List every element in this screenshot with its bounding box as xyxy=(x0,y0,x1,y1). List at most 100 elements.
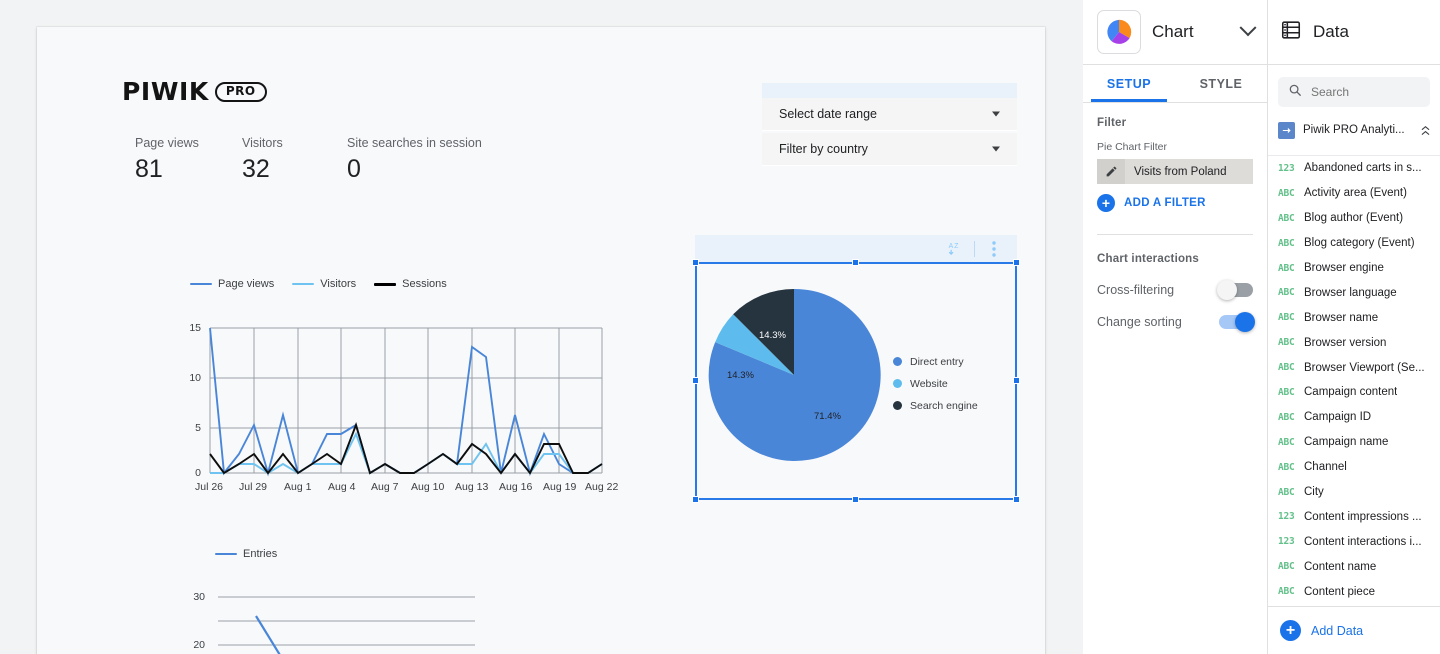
resize-handle-middle-left[interactable] xyxy=(692,377,699,384)
entries-line-chart[interactable]: Entries 30 20 10 xyxy=(185,545,515,654)
field-row[interactable]: ABC Blog author (Event) xyxy=(1268,206,1440,231)
cross-filtering-toggle[interactable] xyxy=(1217,280,1253,300)
field-row[interactable]: ABC Content piece xyxy=(1268,579,1440,604)
country-filter-label: Filter by country xyxy=(779,142,868,156)
legend-swatch xyxy=(292,282,315,286)
scorecard-visitors[interactable]: Visitors 32 xyxy=(242,135,347,185)
tab-style[interactable]: STYLE xyxy=(1175,65,1267,102)
chart-panel-header[interactable]: Chart xyxy=(1083,0,1267,65)
report-page[interactable]: PIWIK PRO Page views 81 Visitors 32 Site… xyxy=(37,27,1045,654)
field-row[interactable]: 123 Content impressions ... xyxy=(1268,504,1440,529)
data-panel: Data Piwik PRO Analyti... xyxy=(1268,0,1440,654)
field-row[interactable]: ABC Channel xyxy=(1268,455,1440,480)
add-a-filter-button[interactable]: + ADD A FILTER xyxy=(1097,194,1253,212)
scorecard-label: Visitors xyxy=(242,136,283,150)
scorecard-page-views[interactable]: Page views 81 xyxy=(135,135,242,185)
legend-item-sessions[interactable]: Sessions xyxy=(374,278,447,290)
tab-setup[interactable]: SETUP xyxy=(1083,65,1175,102)
field-type-badge: 123 xyxy=(1278,162,1295,174)
field-type-badge: ABC xyxy=(1278,362,1295,374)
pie-legend-item-search-engine[interactable]: Search engine xyxy=(893,398,978,413)
chart-properties-panel: Chart SETUP STYLE Filter Pie Chart Filte… xyxy=(1083,0,1268,654)
pie-chart-widget[interactable]: A Z 71.4% 14.3% 14.3% Direct entry Websi… xyxy=(692,235,1020,503)
field-row[interactable]: ABC Browser engine xyxy=(1268,256,1440,281)
field-list[interactable]: 123 Abandoned carts in s... ABC Activity a… xyxy=(1268,155,1440,606)
x-tick-label: Jul 26 xyxy=(195,481,224,493)
field-type-badge: ABC xyxy=(1278,586,1295,598)
search-input[interactable] xyxy=(1311,85,1421,99)
legend-item-entries[interactable]: Entries xyxy=(215,548,277,560)
toggle-knob xyxy=(1235,312,1255,332)
report-canvas[interactable]: PIWIK PRO Page views 81 Visitors 32 Site… xyxy=(0,0,1083,654)
field-name: Blog category (Event) xyxy=(1304,237,1415,250)
legend-item-visitors[interactable]: Visitors xyxy=(292,278,356,290)
search-box[interactable] xyxy=(1278,77,1430,107)
field-row[interactable]: ABC Blog category (Event) xyxy=(1268,231,1440,256)
x-tick-label: Aug 22 xyxy=(585,481,619,493)
legend-dot xyxy=(893,357,902,366)
collapse-chevron-icon[interactable] xyxy=(1419,124,1432,137)
field-row[interactable]: ABC Campaign ID xyxy=(1268,405,1440,430)
field-row[interactable]: ABC Browser language xyxy=(1268,280,1440,305)
pie-chart-icon[interactable] xyxy=(1097,10,1141,54)
scorecard-value: 0 xyxy=(347,155,361,183)
date-range-label: Select date range xyxy=(779,107,877,121)
field-type-badge: ABC xyxy=(1278,461,1295,473)
more-vert-icon[interactable] xyxy=(981,238,1007,260)
pie-legend-item-direct-entry[interactable]: Direct entry xyxy=(893,354,978,369)
scorecard-site-searches[interactable]: Site searches in session 0 xyxy=(347,135,482,185)
field-type-badge: ABC xyxy=(1278,436,1295,448)
pie-chart-frame[interactable]: 71.4% 14.3% 14.3% Direct entry Website S… xyxy=(692,259,1020,503)
field-type-badge: ABC xyxy=(1278,561,1295,573)
legend-label: Search engine xyxy=(910,399,978,412)
field-type-badge: ABC xyxy=(1278,386,1295,398)
svg-text:A: A xyxy=(948,243,953,250)
field-row[interactable]: ABC Content name xyxy=(1268,554,1440,579)
field-row[interactable]: ABC Activity area (Event) xyxy=(1268,181,1440,206)
resize-handle-top-center[interactable] xyxy=(852,259,859,266)
chevron-down-icon xyxy=(992,146,1000,152)
date-range-control[interactable]: Select date range xyxy=(762,98,1017,131)
resize-handle-top-right[interactable] xyxy=(1013,259,1020,266)
timeseries-line-chart[interactable]: Page views Visitors Sessions 15 10 5 0 J… xyxy=(185,275,618,493)
resize-handle-top-left[interactable] xyxy=(692,259,699,266)
field-type-badge: 123 xyxy=(1278,511,1295,523)
field-name: Campaign content xyxy=(1304,386,1398,399)
field-row[interactable]: 123 Content interactions i... xyxy=(1268,529,1440,554)
canvas-controls: Select date range Filter by country xyxy=(762,83,1017,166)
change-sorting-toggle[interactable] xyxy=(1219,312,1255,332)
country-filter-control[interactable]: Filter by country xyxy=(762,133,1017,166)
app-root: PIWIK PRO Page views 81 Visitors 32 Site… xyxy=(0,0,1440,654)
resize-handle-bottom-right[interactable] xyxy=(1013,496,1020,503)
resize-handle-bottom-left[interactable] xyxy=(692,496,699,503)
pencil-icon[interactable] xyxy=(1097,159,1125,184)
pie-value-label: 14.3% xyxy=(727,370,754,381)
scorecard-group: Page views 81 Visitors 32 Site searches … xyxy=(135,135,482,185)
filter-chip-visits-from-poland[interactable]: Visits from Poland xyxy=(1097,159,1253,184)
legend-item-page-views[interactable]: Page views xyxy=(190,278,274,290)
field-row[interactable]: ABC Browser Viewport (Se... xyxy=(1268,355,1440,380)
legend-swatch xyxy=(374,282,397,286)
legend-label: Visitors xyxy=(320,278,357,290)
resize-handle-bottom-center[interactable] xyxy=(852,496,859,503)
field-row[interactable]: ABC Browser name xyxy=(1268,305,1440,330)
scorecard-label: Page views xyxy=(135,136,199,150)
pie-legend-item-website[interactable]: Website xyxy=(893,376,978,391)
sort-az-icon[interactable]: A Z xyxy=(942,238,968,260)
field-row[interactable]: ABC City xyxy=(1268,480,1440,505)
data-source-row[interactable]: Piwik PRO Analyti... xyxy=(1268,115,1440,145)
data-panel-title: Data xyxy=(1313,22,1349,41)
field-type-badge: 123 xyxy=(1278,536,1295,548)
scorecard-value: 32 xyxy=(242,155,270,183)
pie-widget-toolbar: A Z xyxy=(695,235,1017,262)
add-data-button[interactable]: + Add Data xyxy=(1268,606,1440,654)
resize-handle-middle-right[interactable] xyxy=(1013,377,1020,384)
field-row[interactable]: 123 Abandoned carts in s... xyxy=(1268,156,1440,181)
x-tick-label: Aug 13 xyxy=(455,481,489,493)
scorecard-label: Site searches in session xyxy=(347,136,482,150)
field-row[interactable]: ABC Browser version xyxy=(1268,330,1440,355)
field-row[interactable]: ABC Campaign content xyxy=(1268,380,1440,405)
legend-dot xyxy=(893,379,902,388)
field-row[interactable]: ABC Campaign name xyxy=(1268,430,1440,455)
chevron-down-icon[interactable] xyxy=(1239,19,1257,37)
